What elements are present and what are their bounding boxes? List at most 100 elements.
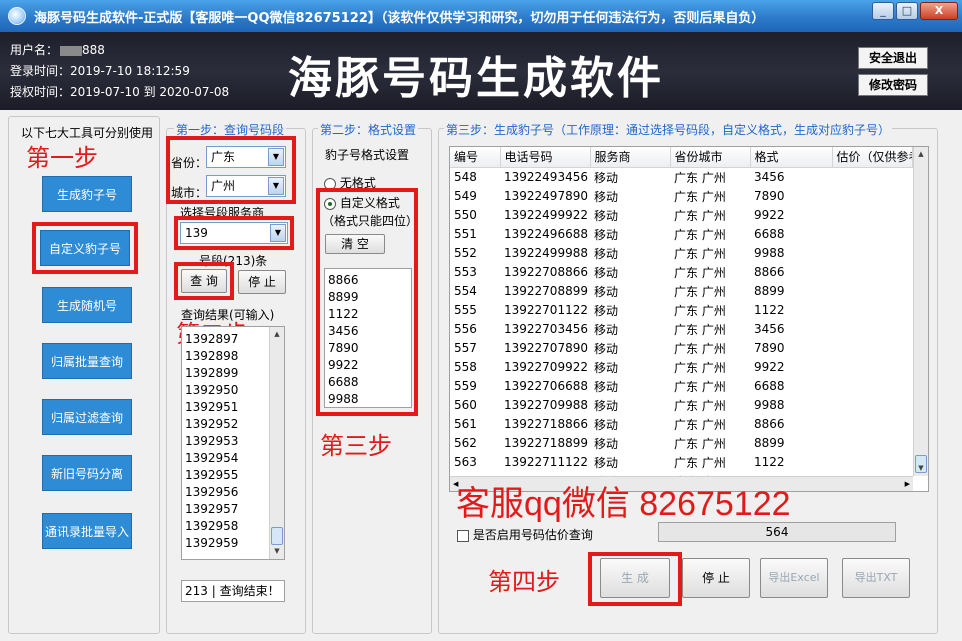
result-scrollbar[interactable]: ▲ ▼ [269, 327, 284, 559]
table-row[interactable]: 561 13922718866 移动 广东 广州 8866 [450, 415, 912, 434]
service-annotation: 客服qq微信 82675122 [456, 485, 791, 523]
table-cell: 移动 [594, 265, 619, 280]
table-cell [832, 339, 912, 358]
table-cell: 移动 [594, 284, 619, 299]
table-row[interactable]: 554 13922708899 移动 广东 广州 8899 [450, 282, 912, 301]
carrier-select[interactable]: 139 ▼ [180, 222, 288, 244]
table-cell: 9988 [754, 246, 785, 260]
format-list[interactable]: 8866 8899 1122 3456 7890 9922 6688 9988 [324, 268, 412, 408]
table-cell: 广东 广州 [674, 455, 726, 470]
table-cell: 556 [454, 322, 477, 336]
table-cell: 548 [454, 170, 477, 184]
minimize-button[interactable]: _ [872, 2, 894, 20]
table-cell: 562 [454, 436, 477, 450]
chevron-down-icon[interactable]: ▼ [270, 224, 286, 242]
table-row[interactable]: 559 13922706688 移动 广东 广州 6688 [450, 377, 912, 396]
table-row[interactable]: 558 13922709922 移动 广东 广州 9922 [450, 358, 912, 377]
column-header[interactable]: 估价（仅供参考） [832, 147, 913, 168]
table-cell: 13922708899 [504, 284, 588, 298]
batch-location-query-button[interactable]: 归属批量查询 [42, 343, 132, 379]
table-row[interactable]: 563 13922711122 移动 广东 广州 1122 [450, 453, 912, 472]
table-cell: 移动 [594, 341, 619, 356]
query-result-list[interactable]: 1392897 1392898 1392899 1392950 1392951 13929… [181, 326, 285, 560]
table-cell: 广东 广州 [674, 208, 726, 223]
maximize-button[interactable]: □ [896, 2, 918, 20]
app-logo-icon [8, 7, 26, 25]
table-cell: 移动 [594, 208, 619, 223]
query-button[interactable]: 查 询 [181, 269, 227, 293]
column-header[interactable]: 编号 [450, 147, 501, 168]
column-header[interactable]: 电话号码 [500, 147, 591, 168]
new-old-number-separate-button[interactable]: 新旧号码分离 [42, 455, 132, 491]
column-header[interactable]: 格式 [750, 147, 833, 168]
table-cell: 广东 广州 [674, 284, 726, 299]
table-row[interactable]: 555 13922701122 移动 广东 广州 1122 [450, 301, 912, 320]
city-select[interactable]: 广州 ▼ [206, 175, 286, 197]
estimate-option[interactable]: 是否启用号码估价查询 [457, 526, 593, 543]
logout-button[interactable]: 安全退出 [858, 47, 928, 69]
query-stop-button[interactable]: 停 止 [238, 270, 286, 294]
table-cell: 13922707890 [504, 341, 588, 355]
step1-annotation: 第一步 [26, 144, 98, 172]
scroll-up-icon[interactable]: ▲ [914, 147, 928, 162]
estimate-checkbox[interactable] [457, 529, 469, 542]
login-value: 2019-7-10 18:12:59 [70, 64, 190, 78]
format-item[interactable]: 9922 [325, 357, 411, 374]
location-filter-query-button[interactable]: 归属过滤查询 [42, 399, 132, 435]
table-cell: 550 [454, 208, 477, 222]
export-txt-button[interactable]: 导出TXT [842, 558, 910, 598]
export-excel-button[interactable]: 导出Excel [760, 558, 828, 598]
table-row[interactable]: 557 13922707890 移动 广东 广州 7890 [450, 339, 912, 358]
table-row[interactable]: 552 13922499988 移动 广东 广州 9988 [450, 244, 912, 263]
table-cell: 6688 [754, 379, 785, 393]
custom-leopard-button[interactable]: 自定义豹子号 [40, 230, 130, 266]
scroll-down-icon[interactable]: ▼ [914, 461, 928, 476]
table-row[interactable]: 562 13922718899 移动 广东 广州 8899 [450, 434, 912, 453]
table-row[interactable]: 548 13922493456 移动 广东 广州 3456 [450, 167, 912, 187]
table-row[interactable]: 553 13922708866 移动 广东 广州 8866 [450, 263, 912, 282]
table-cell: 13922709988 [504, 398, 588, 412]
chevron-down-icon[interactable]: ▼ [268, 148, 284, 166]
scroll-down-icon[interactable]: ▼ [270, 544, 284, 559]
province-label: 省份： [171, 156, 208, 170]
generate-stop-button[interactable]: 停 止 [682, 558, 750, 598]
table-row[interactable]: 549 13922497890 移动 广东 广州 7890 [450, 187, 912, 206]
column-header[interactable]: 服务商 [590, 147, 671, 168]
chevron-down-icon[interactable]: ▼ [268, 177, 284, 195]
table-cell: 广东 广州 [674, 189, 726, 204]
result-table[interactable]: 编号电话号码服务商省份城市格式估价（仅供参考） 548 13922493456 移动… [449, 146, 929, 492]
table-cell: 13922703456 [504, 322, 588, 336]
format-item[interactable]: 8866 [325, 272, 411, 289]
carrier-value: 139 [185, 226, 208, 240]
table-cell [832, 206, 912, 225]
table-cell: 8866 [754, 265, 785, 279]
table-cell: 557 [454, 341, 477, 355]
table-cell: 9922 [754, 360, 785, 374]
random-number-button[interactable]: 生成随机号 [42, 287, 132, 323]
table-cell [832, 167, 912, 187]
table-row[interactable]: 556 13922703456 移动 广东 广州 3456 [450, 320, 912, 339]
table-cell [832, 415, 912, 434]
table-vscrollbar[interactable]: ▲ ▼ [913, 147, 928, 476]
table-row[interactable]: 560 13922709988 移动 广东 广州 9988 [450, 396, 912, 415]
table-cell [832, 187, 912, 206]
format-item[interactable]: 9988 [325, 391, 411, 407]
format-item[interactable]: 6688 [325, 374, 411, 391]
table-row[interactable]: 551 13922496688 移动 广东 广州 6688 [450, 225, 912, 244]
generate-button[interactable]: 生 成 [600, 558, 670, 598]
table-row[interactable]: 550 13922499922 移动 广东 广州 9922 [450, 206, 912, 225]
change-password-button[interactable]: 修改密码 [858, 74, 928, 96]
scroll-thumb[interactable] [271, 527, 283, 545]
column-header[interactable]: 省份城市 [670, 147, 751, 168]
scroll-up-icon[interactable]: ▲ [270, 327, 284, 342]
contacts-batch-import-button[interactable]: 通讯录批量导入 [42, 513, 132, 549]
scroll-right-icon[interactable]: ▶ [905, 477, 910, 491]
close-button[interactable]: X [920, 2, 958, 20]
format-item[interactable]: 7890 [325, 340, 411, 357]
format-item[interactable]: 8899 [325, 289, 411, 306]
login-label: 登录时间： [10, 64, 71, 78]
format-item[interactable]: 3456 [325, 323, 411, 340]
province-select[interactable]: 广东 ▼ [206, 146, 286, 168]
format-item[interactable]: 1122 [325, 306, 411, 323]
generate-leopard-button[interactable]: 生成豹子号 [42, 176, 132, 212]
